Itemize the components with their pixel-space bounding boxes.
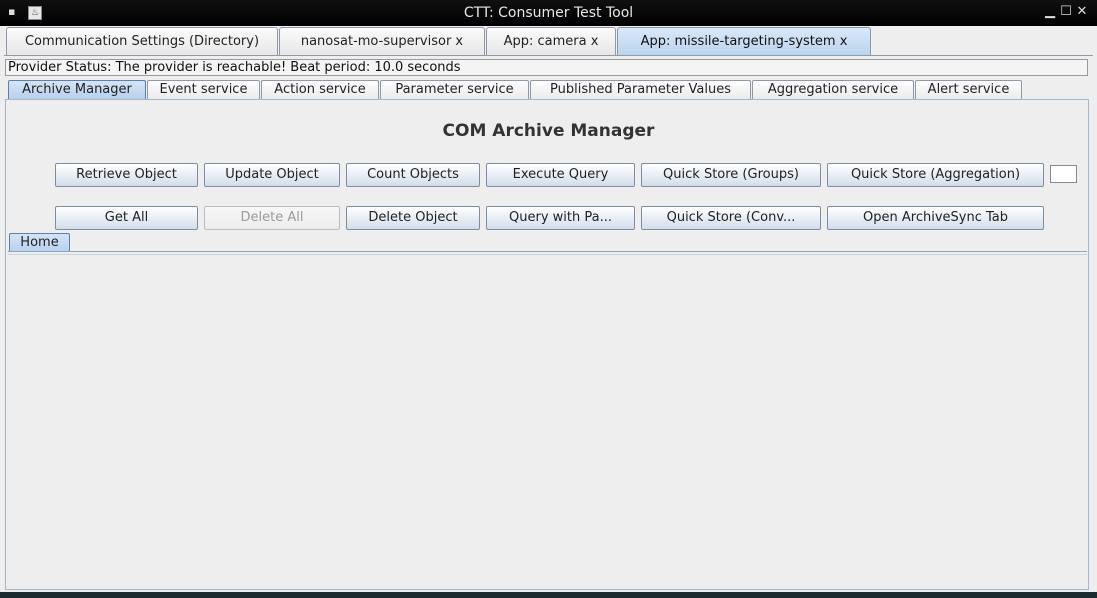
- tab-aggregation-service[interactable]: Aggregation service: [752, 80, 914, 99]
- delete-object-button[interactable]: Delete Object: [346, 206, 480, 230]
- title-bar[interactable]: ▪ ♨ CTT: Consumer Test Tool ▁ ☐ ✕: [0, 0, 1097, 26]
- tab-home[interactable]: Home: [9, 233, 70, 252]
- close-icon[interactable]: ✕: [1075, 5, 1089, 19]
- home-content-area: [8, 254, 1087, 587]
- quick-store-groups-button[interactable]: Quick Store (Groups): [641, 163, 821, 187]
- retrieve-object-button[interactable]: Retrieve Object: [55, 163, 198, 187]
- open-archivesync-tab-button[interactable]: Open ArchiveSync Tab: [827, 206, 1044, 230]
- tab-parameter-service[interactable]: Parameter service: [380, 80, 529, 99]
- quick-store-aggregation-button[interactable]: Quick Store (Aggregation): [827, 163, 1044, 187]
- tab-divider: [4, 55, 1093, 56]
- minimize-icon[interactable]: ▁: [1043, 5, 1057, 19]
- service-tabs: Archive Manager Event service Action ser…: [0, 79, 1097, 99]
- update-object-button[interactable]: Update Object: [204, 163, 340, 187]
- execute-query-button[interactable]: Execute Query: [486, 163, 635, 187]
- app-window: ▪ ♨ CTT: Consumer Test Tool ▁ ☐ ✕ Commun…: [0, 0, 1097, 598]
- query-with-parameters-button[interactable]: Query with Pa...: [486, 206, 635, 230]
- quick-store-conversion-button[interactable]: Quick Store (Conv...: [641, 206, 821, 230]
- maximize-icon[interactable]: ☐: [1059, 5, 1073, 19]
- tab-communication-settings[interactable]: Communication Settings (Directory): [6, 27, 278, 55]
- tab-published-parameter-values[interactable]: Published Parameter Values: [530, 80, 751, 99]
- home-tab-divider: [8, 251, 1087, 252]
- value-input[interactable]: [1050, 165, 1077, 183]
- delete-all-button: Delete All: [204, 206, 340, 230]
- page-title: COM Archive Manager: [442, 121, 655, 141]
- tab-alert-service[interactable]: Alert service: [915, 80, 1022, 99]
- provider-status: Provider Status: The provider is reachab…: [5, 59, 1088, 76]
- count-objects-button[interactable]: Count Objects: [346, 163, 480, 187]
- provider-tabs: Communication Settings (Directory) nanos…: [0, 26, 1097, 56]
- tab-nanosat-mo-supervisor[interactable]: nanosat-mo-supervisor x: [279, 27, 485, 55]
- window-title: CTT: Consumer Test Tool: [463, 5, 634, 21]
- tab-action-service[interactable]: Action service: [261, 80, 379, 99]
- get-all-button[interactable]: Get All: [55, 206, 198, 230]
- tab-app-camera[interactable]: App: camera x: [486, 27, 616, 55]
- tab-app-missile-targeting-system[interactable]: App: missile-targeting-system x: [617, 27, 871, 55]
- desktop-edge: [0, 592, 1097, 598]
- tab-archive-manager[interactable]: Archive Manager: [8, 80, 146, 99]
- tab-event-service[interactable]: Event service: [147, 80, 260, 99]
